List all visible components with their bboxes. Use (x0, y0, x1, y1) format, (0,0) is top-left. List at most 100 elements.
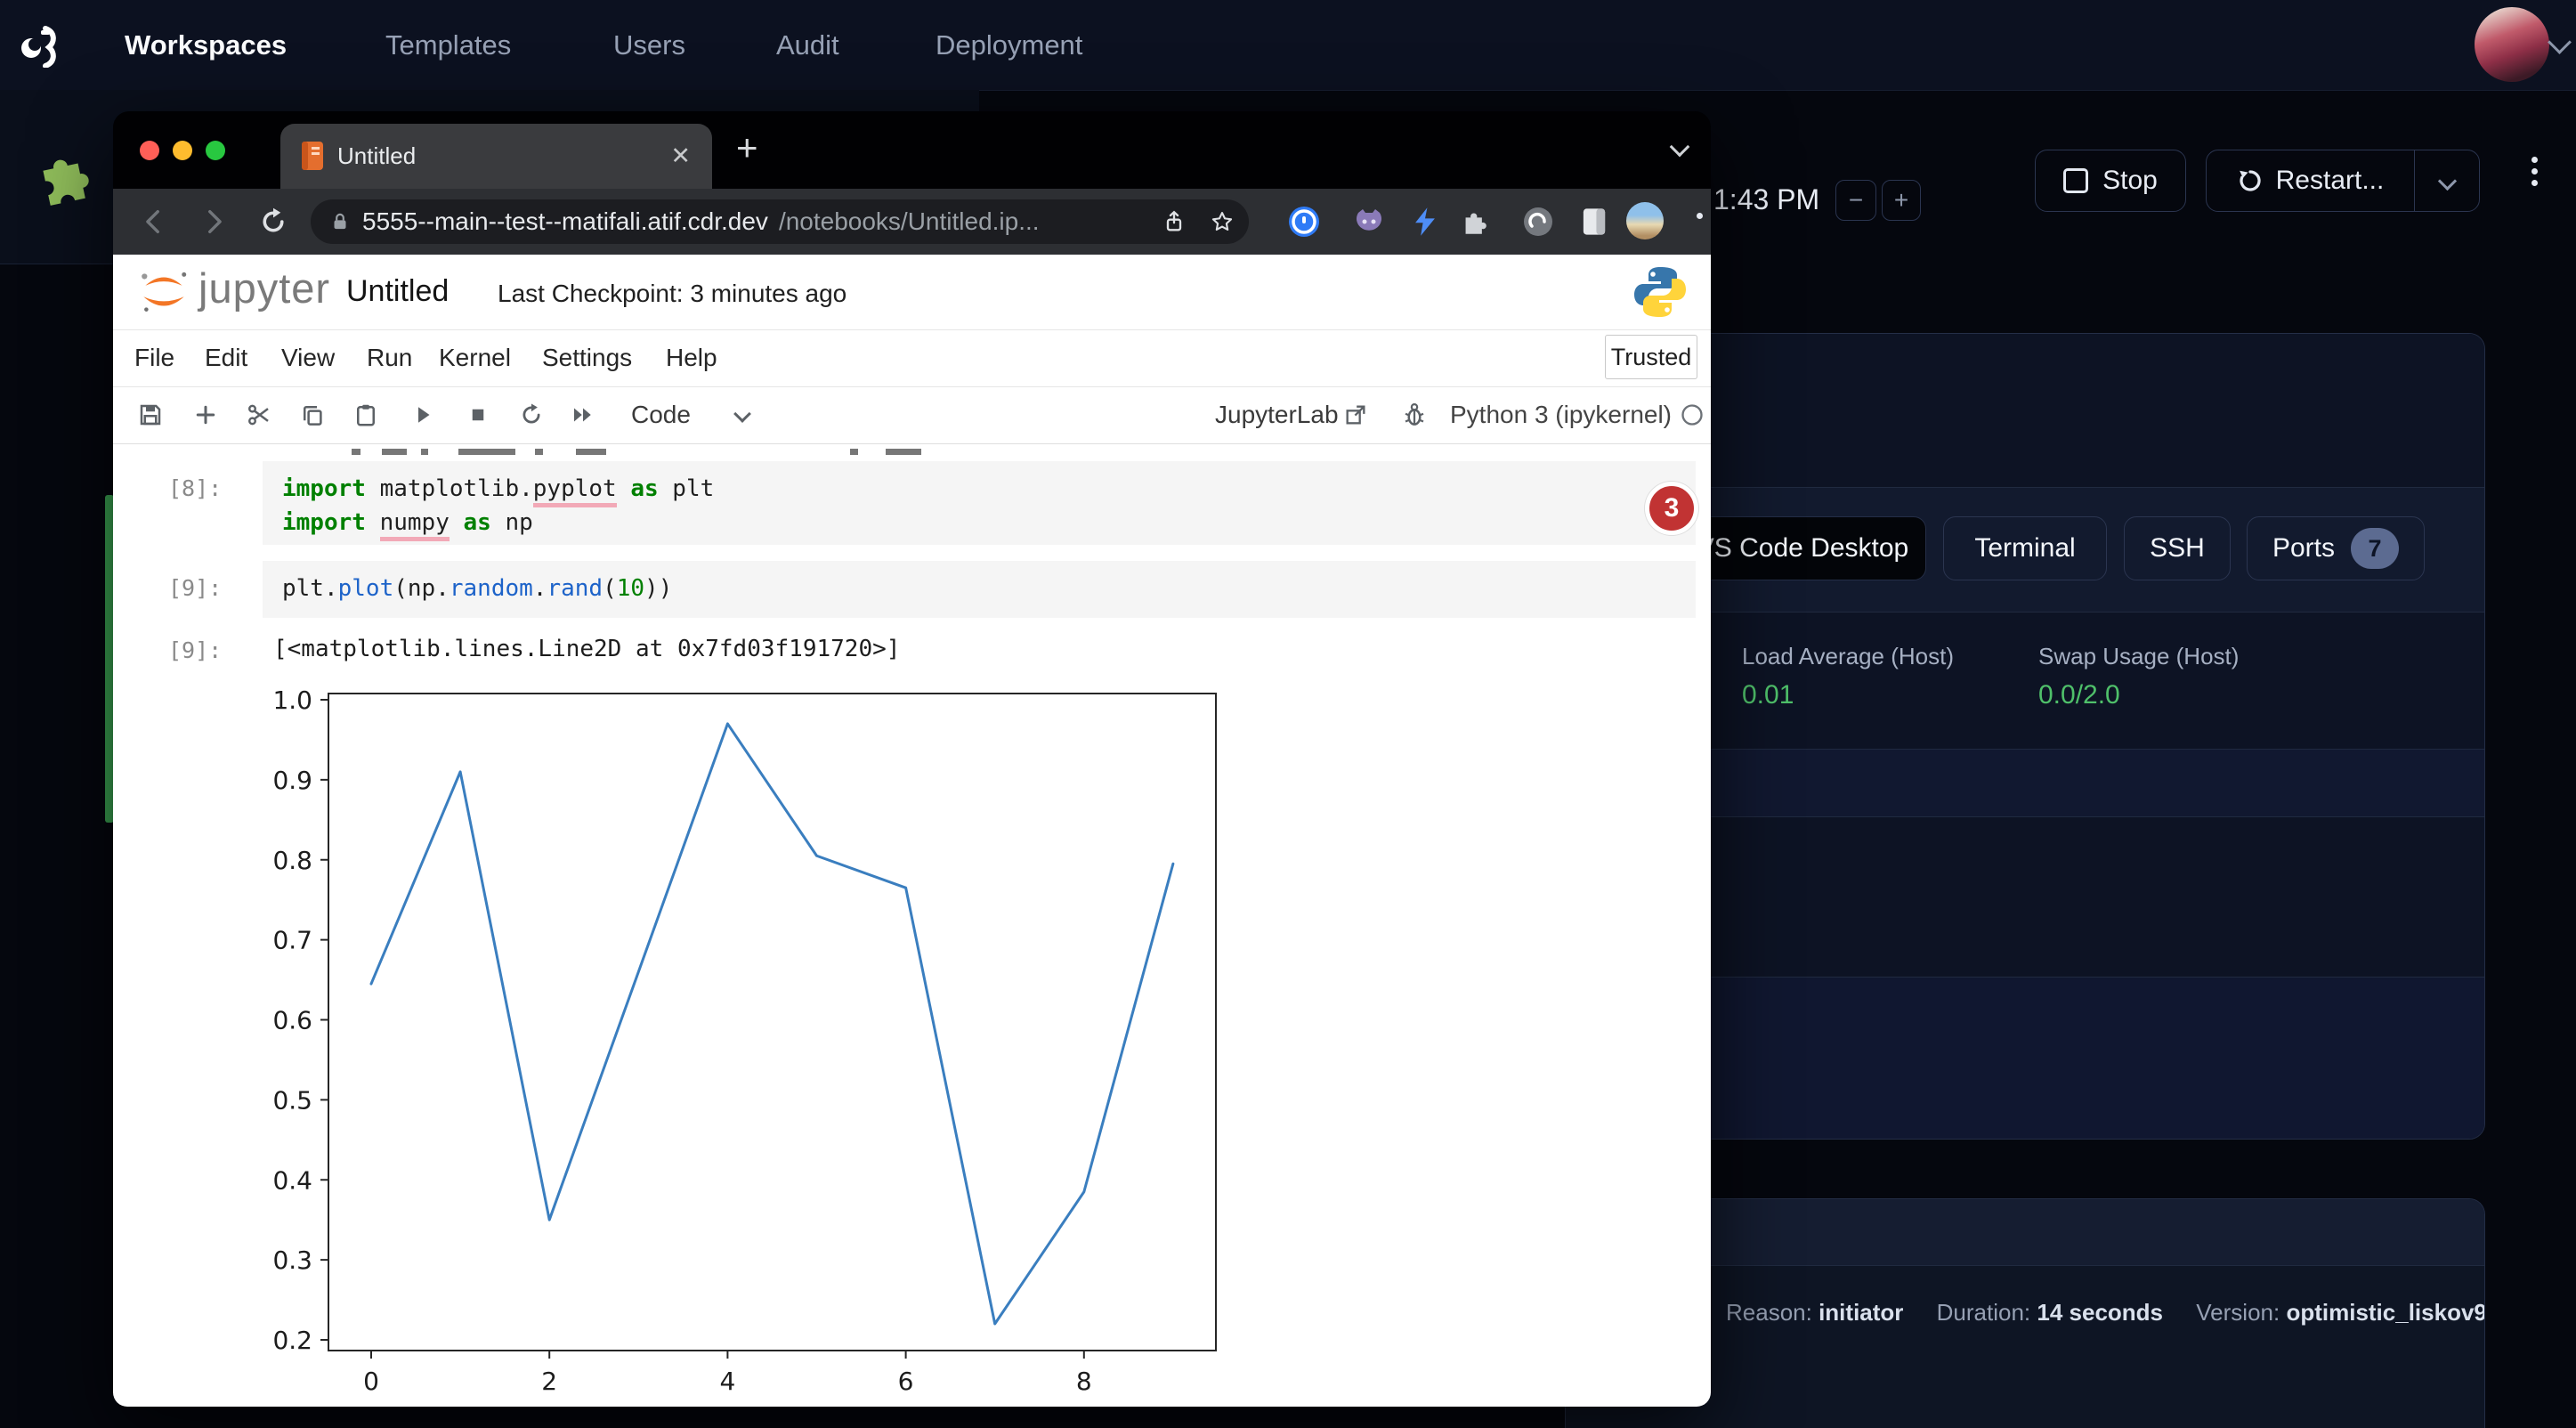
nav-item-audit[interactable]: Audit (776, 0, 839, 90)
tab-close-icon[interactable]: ✕ (670, 124, 691, 189)
user-avatar[interactable] (2475, 7, 2549, 82)
interrupt-kernel-button[interactable] (462, 399, 494, 431)
code-cell-imports[interactable]: import matplotlib.pyplot as pltimport nu… (263, 461, 1696, 545)
paste-cells-button[interactable] (350, 399, 382, 431)
swap-usage-value: 0.0/2.0 (2038, 680, 2120, 710)
kernel-name[interactable]: Python 3 (ipykernel) (1450, 386, 1672, 443)
nav-item-templates[interactable]: Templates (385, 0, 511, 90)
window-minimize-button[interactable] (173, 141, 192, 160)
kernel-status-icon (1676, 399, 1708, 431)
nav-item-deployment[interactable]: Deployment (936, 0, 1082, 90)
terminal-label: Terminal (1974, 533, 2075, 564)
url-bar[interactable]: 5555--main--test--matifali.atif.cdr.dev … (311, 199, 1249, 244)
restart-label: Restart... (2276, 166, 2385, 196)
jupyter-header: jupyter Untitled Last Checkpoint: 3 minu… (113, 255, 1711, 330)
cell-prompt: [8]: (168, 475, 222, 501)
extension-octocat-icon[interactable] (1349, 202, 1389, 241)
extension-speed-icon[interactable] (1519, 202, 1558, 241)
svg-text:0.2: 0.2 (272, 1326, 312, 1355)
restart-options-button[interactable] (2414, 150, 2479, 211)
notebook-icon (300, 141, 325, 171)
ports-label: Ports (2272, 533, 2335, 564)
reason-value: initiator (1819, 1299, 1903, 1326)
coder-logo-glyph (16, 21, 62, 68)
svg-text:0.8: 0.8 (272, 846, 312, 875)
svg-text:2: 2 (541, 1367, 557, 1393)
new-tab-button[interactable]: + (736, 111, 758, 189)
swap-usage-label: Swap Usage (Host) (2038, 643, 2239, 670)
stop-workspace-button[interactable]: Stop (2035, 150, 2186, 212)
save-button[interactable] (134, 399, 166, 431)
menu-settings[interactable]: Settings (542, 329, 632, 386)
cut-cells-button[interactable] (243, 399, 275, 431)
forward-button[interactable] (194, 202, 233, 241)
copy-cells-button[interactable] (296, 399, 328, 431)
run-cell-button[interactable] (407, 399, 439, 431)
ssh-label: SSH (2150, 533, 2205, 564)
chevron-down-icon[interactable] (2548, 30, 2572, 54)
template-puzzle-icon (30, 142, 98, 209)
browser-profile-avatar[interactable] (1626, 202, 1664, 239)
checkpoint-status: Last Checkpoint: 3 minutes ago (498, 280, 847, 308)
notebook-title[interactable]: Untitled (346, 274, 449, 309)
jupyterlab-link[interactable]: JupyterLab (1215, 386, 1339, 443)
coder-logo[interactable] (16, 21, 62, 72)
build-meta-line: Reason: initiator Duration: 14 seconds V… (1726, 1299, 2485, 1327)
jupyter-notebook-page: jupyter Untitled Last Checkpoint: 3 minu… (113, 255, 1711, 1407)
extensions-puzzle-icon[interactable] (1456, 202, 1495, 241)
menu-run[interactable]: Run (367, 329, 412, 386)
schedule-decrease-button[interactable]: − (1835, 180, 1876, 221)
ports-button[interactable]: Ports 7 (2247, 516, 2425, 580)
svg-text:0.3: 0.3 (272, 1245, 312, 1275)
menu-help[interactable]: Help (666, 329, 717, 386)
window-zoom-button[interactable] (206, 141, 225, 160)
bookmark-star-icon[interactable] (1210, 209, 1235, 234)
browser-tab[interactable]: Untitled ✕ (280, 124, 712, 189)
reason-label: Reason: (1726, 1299, 1812, 1326)
browser-menu-icon[interactable] (1680, 196, 1711, 235)
run-all-button[interactable] (567, 399, 599, 431)
svg-text:0: 0 (363, 1367, 379, 1393)
restart-workspace-button[interactable]: Restart... (2206, 150, 2480, 212)
menu-edit[interactable]: Edit (205, 329, 247, 386)
workspace-menu-button[interactable] (2531, 151, 2538, 191)
menu-view[interactable]: View (281, 329, 335, 386)
restart-icon (2237, 167, 2264, 194)
terminal-button[interactable]: Terminal (1943, 516, 2107, 580)
share-icon[interactable] (1162, 209, 1187, 234)
trusted-button[interactable]: Trusted (1605, 335, 1697, 379)
menu-kernel[interactable]: Kernel (439, 329, 511, 386)
menu-file[interactable]: File (134, 329, 174, 386)
output-prompt: [9]: (168, 637, 222, 663)
side-panel-icon[interactable] (1575, 202, 1614, 241)
schedule-increase-button[interactable]: + (1882, 180, 1921, 221)
tab-search-chevron-icon[interactable] (1670, 137, 1690, 158)
extension-1password-icon[interactable] (1284, 202, 1324, 241)
schedule-time: 1:43 PM (1713, 183, 1819, 216)
code-cell-plot[interactable]: plt.plot(np.random.rand(10)) (263, 561, 1696, 618)
reload-button[interactable] (254, 202, 293, 241)
add-cell-button[interactable] (190, 399, 222, 431)
window-close-button[interactable] (140, 141, 159, 160)
back-button[interactable] (134, 202, 174, 241)
ports-count-badge: 7 (2351, 528, 2399, 569)
vscode-desktop-button[interactable]: VS Code Desktop (1679, 516, 1926, 580)
nav-item-workspaces[interactable]: Workspaces (125, 0, 287, 90)
debugger-bug-icon[interactable] (1398, 399, 1430, 431)
nav-item-users[interactable]: Users (613, 0, 685, 90)
cell-type-chevron-icon[interactable] (733, 405, 751, 423)
ssh-button[interactable]: SSH (2124, 516, 2231, 580)
extension-count-badge[interactable]: 3 (1645, 482, 1698, 535)
duration-label: Duration: (1937, 1299, 2031, 1326)
version-label: Version: (2196, 1299, 2280, 1326)
top-navigation: Workspaces Templates Users Audit Deploym… (0, 0, 2576, 91)
cell-type-dropdown[interactable]: Code (631, 386, 691, 443)
restart-kernel-button[interactable] (515, 399, 547, 431)
duration-value: 14 seconds (2037, 1299, 2163, 1326)
jupyter-toolbar: Code JupyterLab Python 3 (ipykernel) (113, 386, 1711, 444)
browser-tab-bar: Untitled ✕ + (113, 111, 1711, 189)
extension-bolt-icon[interactable] (1405, 202, 1445, 241)
external-link-icon[interactable] (1340, 399, 1372, 431)
svg-text:6: 6 (898, 1367, 914, 1393)
svg-text:1.0: 1.0 (272, 686, 312, 715)
